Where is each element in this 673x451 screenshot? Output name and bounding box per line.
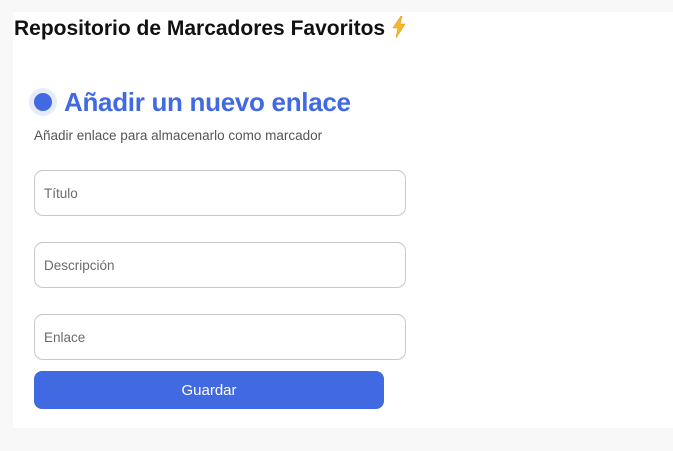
- section-header: Añadir un nuevo enlace: [29, 84, 351, 120]
- content-card: [13, 12, 673, 428]
- page: Repositorio de Marcadores Favoritos Añad…: [0, 0, 673, 451]
- save-button[interactable]: Guardar: [34, 371, 384, 409]
- lightning-bolt-icon: [392, 16, 406, 38]
- app-title: Repositorio de Marcadores Favoritos: [14, 15, 407, 43]
- section-subtitle: Añadir enlace para almacenarlo como marc…: [34, 128, 323, 143]
- app-title-text: Repositorio de Marcadores Favoritos: [14, 17, 386, 40]
- description-input[interactable]: [34, 242, 406, 288]
- section-dot-icon: [29, 88, 57, 116]
- section-title: Añadir un nuevo enlace: [64, 86, 351, 117]
- title-input[interactable]: [34, 170, 406, 216]
- link-input[interactable]: [34, 314, 406, 360]
